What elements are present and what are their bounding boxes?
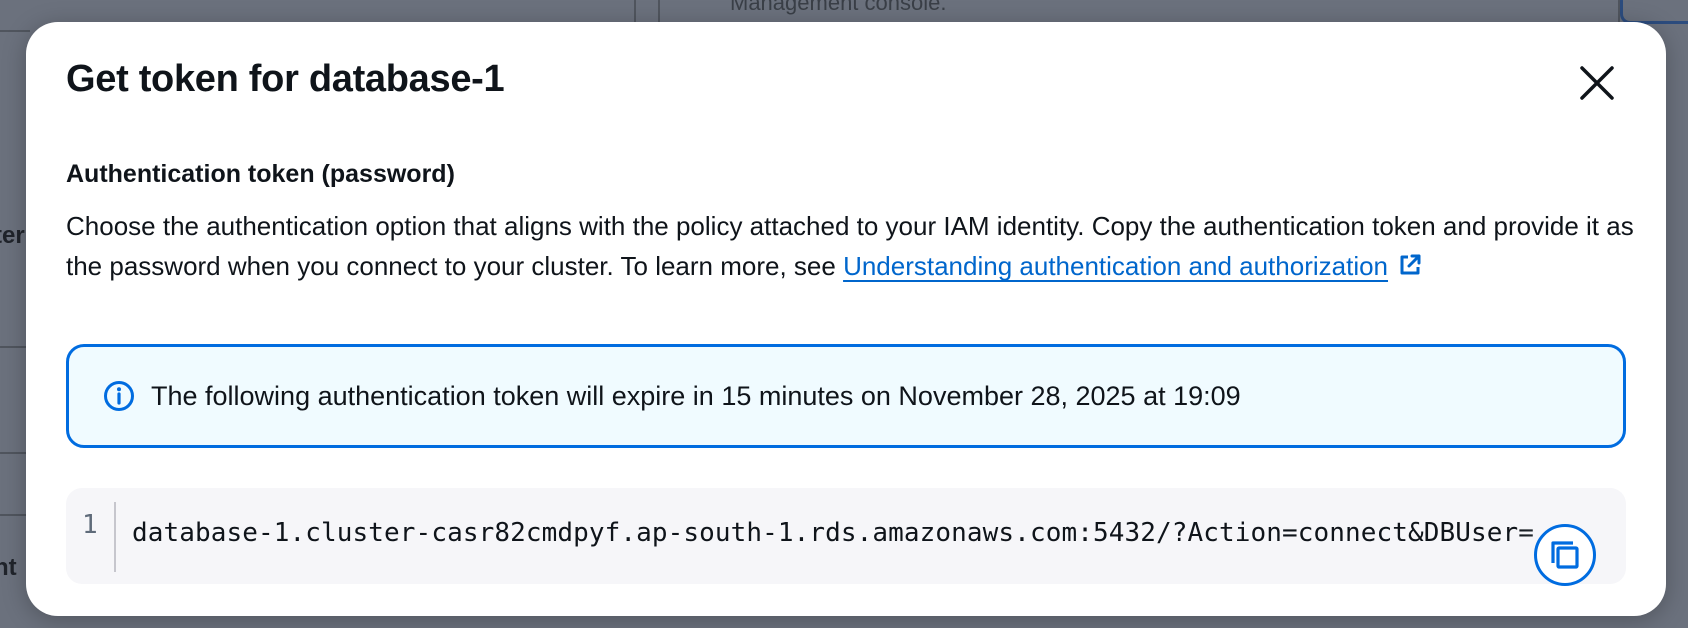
gutter-divider (114, 502, 116, 572)
external-link-icon (1400, 254, 1421, 275)
close-button[interactable] (1574, 60, 1620, 106)
token-text[interactable]: database-1.cluster-casr82cmdpyf.ap-south… (132, 518, 1534, 548)
copy-button[interactable] (1534, 524, 1596, 586)
description: Choose the authentication option that al… (66, 206, 1646, 286)
expiry-alert: The following authentication token will … (66, 344, 1626, 448)
line-number: 1 (82, 510, 98, 540)
token-modal: Get token for database-1 Authentication … (26, 22, 1666, 616)
copy-icon (1551, 541, 1579, 569)
auth-docs-link[interactable]: Understanding authentication and authori… (843, 251, 1422, 281)
modal-title: Get token for database-1 (66, 58, 505, 100)
background-text: ter (0, 222, 25, 249)
info-icon (104, 381, 134, 411)
background-text: nt (0, 554, 17, 581)
background-text: Management console. (730, 0, 947, 15)
alert-text: The following authentication token will … (151, 380, 1241, 411)
close-icon (1580, 66, 1614, 100)
background-panel (1620, 0, 1688, 24)
token-code-block[interactable]: 1 database-1.cluster-casr82cmdpyf.ap-sou… (66, 488, 1626, 584)
auth-docs-link-label: Understanding authentication and authori… (843, 251, 1389, 281)
section-label: Authentication token (password) (66, 160, 455, 188)
background-divider (0, 30, 30, 32)
